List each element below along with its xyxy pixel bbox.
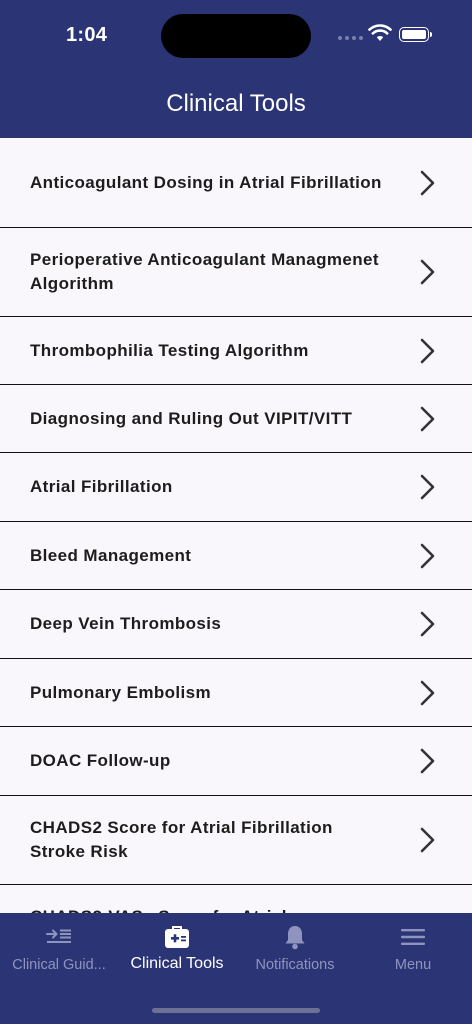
list-item[interactable]: Pulmonary Embolism [0,659,472,727]
chevron-right-icon [420,170,435,195]
chevron-right-icon [420,680,435,705]
list-item[interactable]: Diagnosing and Ruling Out VIPIT/VITT [0,385,472,453]
list-item-label: Diagnosing and Ruling Out VIPIT/VITT [30,408,353,428]
tab-label: Notifications [255,957,335,973]
list-item[interactable]: CHADS2-VASc Score for Atrial [0,885,472,913]
tab-label: Menu [394,957,432,973]
list-item[interactable]: Perioperative Anticoagulant Managmenet A… [0,228,472,317]
list-item[interactable]: Deep Vein Thrombosis [0,590,472,659]
chevron-right-icon [420,474,435,500]
list-item[interactable]: DOAC Follow-up [0,727,472,796]
tab-clinical-guidelines[interactable]: Clinical Guid... [0,913,118,983]
list-item[interactable]: Anticoagulant Dosing in Atrial Fibrillat… [0,138,472,228]
chevron-right-icon [420,406,435,431]
list-item-label: Atrial Fibrillation [30,477,173,496]
clinical-tools-list[interactable]: Anticoagulant Dosing in Atrial Fibrillat… [0,138,472,913]
page-title: Clinical Tools [166,90,306,117]
list-item-label: DOAC Follow-up [30,751,171,770]
app-header: 1:04 Clinical Tools [0,0,472,138]
list-item-label: Bleed Management [30,545,192,565]
guidelines-icon [46,929,71,943]
chevron-right-icon [420,259,435,285]
cellular-signal-icon [338,36,363,40]
list-item-label: Pulmonary Embolism [30,682,212,702]
tab-label: Clinical Tools [130,955,224,972]
hamburger-menu-icon [401,929,425,945]
wifi-icon [368,24,392,41]
dynamic-island [161,14,311,58]
home-indicator[interactable] [152,1008,320,1013]
chevron-right-icon [420,543,435,568]
tab-menu[interactable]: Menu [354,913,472,983]
tab-notifications[interactable]: Notifications [236,913,354,983]
chevron-right-icon [420,748,435,774]
medical-kit-icon [165,926,189,948]
battery-icon [399,27,432,42]
list-item-label: Anticoagulant Dosing in Atrial Fibrillat… [30,172,382,192]
list-item-label: Deep Vein Thrombosis [30,614,222,633]
chevron-right-icon [420,611,435,637]
tab-clinical-tools[interactable]: Clinical Tools [118,913,236,983]
list-item-label: CHADS2 Score for Atrial Fibrillation Str… [30,818,333,861]
list-item[interactable]: CHADS2 Score for Atrial Fibrillation Str… [0,796,472,885]
chevron-right-icon [420,338,435,363]
bell-icon [285,926,305,950]
chevron-right-icon [420,827,435,853]
list-item[interactable]: Thrombophilia Testing Algorithm [0,317,472,385]
list-item-label: Perioperative Anticoagulant Managmenet A… [30,250,379,293]
list-item-label: CHADS2-VASc Score for Atrial [30,905,382,913]
tab-label: Clinical Guid... [12,957,106,973]
status-time: 1:04 [66,24,108,46]
list-item-label: Thrombophilia Testing Algorithm [30,340,309,360]
list-item[interactable]: Bleed Management [0,522,472,590]
list-item[interactable]: Atrial Fibrillation [0,453,472,522]
